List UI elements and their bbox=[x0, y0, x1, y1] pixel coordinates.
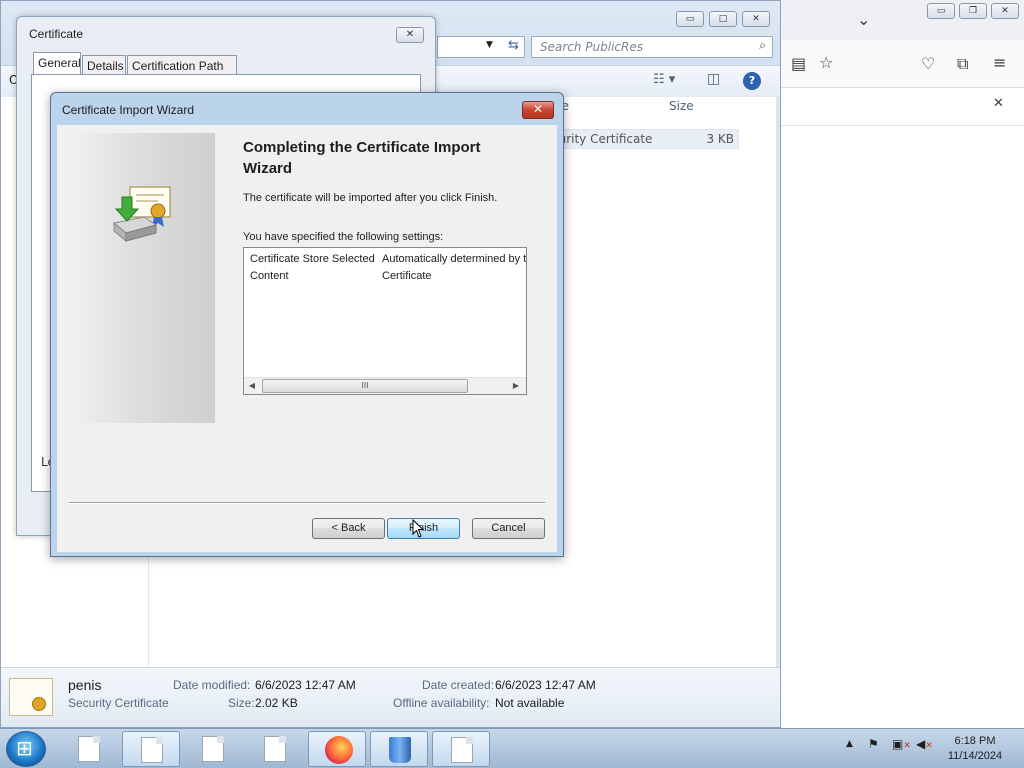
address-bar[interactable]: ▼ ⇆ bbox=[437, 36, 525, 58]
wizard-side-banner bbox=[70, 133, 215, 423]
volume-icon[interactable]: ◀✕ bbox=[916, 737, 933, 751]
taskbar: ▲ ⚑ ▣✕ ◀✕ 6:18 PM 11/14/2024 bbox=[0, 728, 1024, 768]
start-button[interactable] bbox=[6, 731, 46, 767]
wizard-separator bbox=[69, 502, 545, 504]
setting-name: Content bbox=[250, 270, 289, 282]
document-icon bbox=[78, 736, 100, 762]
setting-value: Automatically determined by t bbox=[382, 253, 527, 265]
details-file-type: Security Certificate bbox=[68, 696, 169, 710]
file-type: curity Certificate bbox=[552, 132, 653, 146]
search-placeholder: Search PublicRes bbox=[540, 40, 644, 54]
taskbar-item-document[interactable] bbox=[432, 731, 490, 767]
import-wizard-dialog: Certificate Import Wizard ✕ Completing t… bbox=[50, 92, 564, 557]
explorer-close-button[interactable]: ✕ bbox=[742, 11, 770, 27]
tab-certification-path[interactable]: Certification Path bbox=[127, 55, 237, 75]
scroll-left-icon[interactable]: ◀ bbox=[245, 379, 259, 393]
action-center-icon[interactable]: ⚑ bbox=[868, 737, 879, 751]
taskbar-item-recycle-bin[interactable] bbox=[370, 731, 428, 767]
certificate-file-icon bbox=[9, 678, 53, 716]
document-icon bbox=[451, 737, 473, 763]
clock-time: 6:18 PM bbox=[954, 735, 996, 747]
wizard-intro-text: The certificate will be imported after y… bbox=[243, 192, 498, 204]
certificate-dialog-close-button[interactable]: ✕ bbox=[396, 27, 424, 43]
back-button[interactable]: < Back bbox=[312, 518, 385, 539]
document-icon bbox=[141, 737, 163, 763]
reader-view-icon[interactable]: ▤ bbox=[791, 54, 806, 73]
bookmark-star-icon[interactable]: ☆ bbox=[819, 53, 833, 72]
refresh-icon[interactable]: ⇆ bbox=[508, 38, 519, 53]
menu-icon[interactable]: ≡ bbox=[993, 53, 1006, 72]
browser-minimize-button[interactable]: ▭ bbox=[927, 3, 955, 19]
browser-toolbar: ▤ ☆ ♡ ⧉ ≡ bbox=[781, 40, 1024, 88]
taskbar-item-firefox[interactable] bbox=[308, 731, 366, 767]
taskbar-item-document[interactable] bbox=[60, 731, 118, 767]
wizard-settings-label: You have specified the following setting… bbox=[243, 231, 444, 243]
extensions-icon[interactable]: ⧉ bbox=[957, 54, 968, 74]
system-clock[interactable]: 6:18 PM 11/14/2024 bbox=[940, 734, 1010, 764]
explorer-minimize-button[interactable]: ▭ bbox=[676, 11, 704, 27]
wizard-body: Completing the Certificate Import Wizard… bbox=[57, 125, 557, 552]
horizontal-scrollbar[interactable]: ◀ III ▶ bbox=[244, 377, 526, 394]
table-row[interactable]: curity Certificate 3 KB bbox=[541, 129, 739, 149]
certificate-import-icon bbox=[112, 186, 171, 243]
show-hidden-icons-icon[interactable]: ▲ bbox=[846, 739, 853, 749]
details-file-name: penis bbox=[68, 677, 102, 693]
recycle-bin-icon bbox=[389, 737, 411, 763]
date-created-label: Date created: bbox=[422, 678, 495, 692]
browser-notification-bar: ✕ bbox=[781, 88, 1024, 126]
search-input[interactable]: Search PublicRes ⌕ bbox=[531, 36, 773, 58]
taskbar-item-document[interactable] bbox=[184, 731, 242, 767]
settings-list[interactable]: Certificate Store Selected Automatically… bbox=[243, 247, 527, 395]
details-pane: penis Security Certificate Date modified… bbox=[1, 667, 780, 727]
wizard-title: Certificate Import Wizard bbox=[62, 103, 195, 117]
setting-value: Certificate bbox=[382, 270, 432, 282]
wizard-close-button[interactable]: ✕ bbox=[522, 101, 554, 119]
clock-date: 11/14/2024 bbox=[947, 750, 1003, 762]
file-size: 3 KB bbox=[706, 132, 734, 146]
certificate-dialog-title: Certificate bbox=[29, 27, 84, 41]
taskbar-item-document[interactable] bbox=[246, 731, 304, 767]
search-icon[interactable]: ⌕ bbox=[759, 38, 766, 53]
document-icon bbox=[202, 736, 224, 762]
date-created-value: 6/6/2023 12:47 AM bbox=[495, 678, 596, 692]
network-icon[interactable]: ▣✕ bbox=[892, 737, 911, 751]
size-value: 2.02 KB bbox=[255, 696, 298, 710]
explorer-maximize-button[interactable]: □ bbox=[709, 11, 737, 27]
scroll-right-icon[interactable]: ▶ bbox=[509, 379, 523, 393]
date-modified-value: 6/6/2023 12:47 AM bbox=[255, 678, 356, 692]
taskbar-item-document[interactable] bbox=[122, 731, 180, 767]
pocket-icon[interactable]: ♡ bbox=[921, 54, 935, 73]
setting-name: Certificate Store Selected bbox=[250, 253, 375, 265]
offline-availability-value: Not available bbox=[495, 696, 565, 710]
cancel-button[interactable]: Cancel bbox=[472, 518, 545, 539]
scrollbar-thumb[interactable]: III bbox=[262, 379, 468, 393]
browser-close-button[interactable]: ✕ bbox=[991, 3, 1019, 19]
browser-titlebar: ⌄ ▭ ❐ ✕ bbox=[781, 0, 1024, 40]
notification-close-icon[interactable]: ✕ bbox=[993, 96, 1004, 111]
chevron-down-icon[interactable]: ⌄ bbox=[857, 10, 870, 29]
tab-details[interactable]: Details bbox=[82, 55, 126, 75]
wizard-heading: Completing the Certificate Import Wizard bbox=[243, 139, 481, 177]
column-size[interactable]: Size bbox=[669, 99, 694, 121]
document-icon bbox=[264, 736, 286, 762]
help-icon[interactable]: ? bbox=[743, 72, 761, 90]
browser-restore-button[interactable]: ❐ bbox=[959, 3, 987, 19]
tab-general[interactable]: General bbox=[33, 52, 81, 76]
view-options-icon[interactable]: ☷ ▾ bbox=[653, 72, 675, 87]
offline-availability-label: Offline availability: bbox=[393, 696, 490, 710]
date-modified-label: Date modified: bbox=[173, 678, 251, 692]
firefox-icon bbox=[325, 736, 353, 764]
size-label: Size: bbox=[228, 696, 255, 710]
address-dropdown-icon[interactable]: ▼ bbox=[486, 40, 493, 50]
preview-pane-icon[interactable]: ◫ bbox=[707, 71, 720, 87]
browser-window: ⌄ ▭ ❐ ✕ ▤ ☆ ♡ ⧉ ≡ ✕ bbox=[780, 0, 1024, 728]
